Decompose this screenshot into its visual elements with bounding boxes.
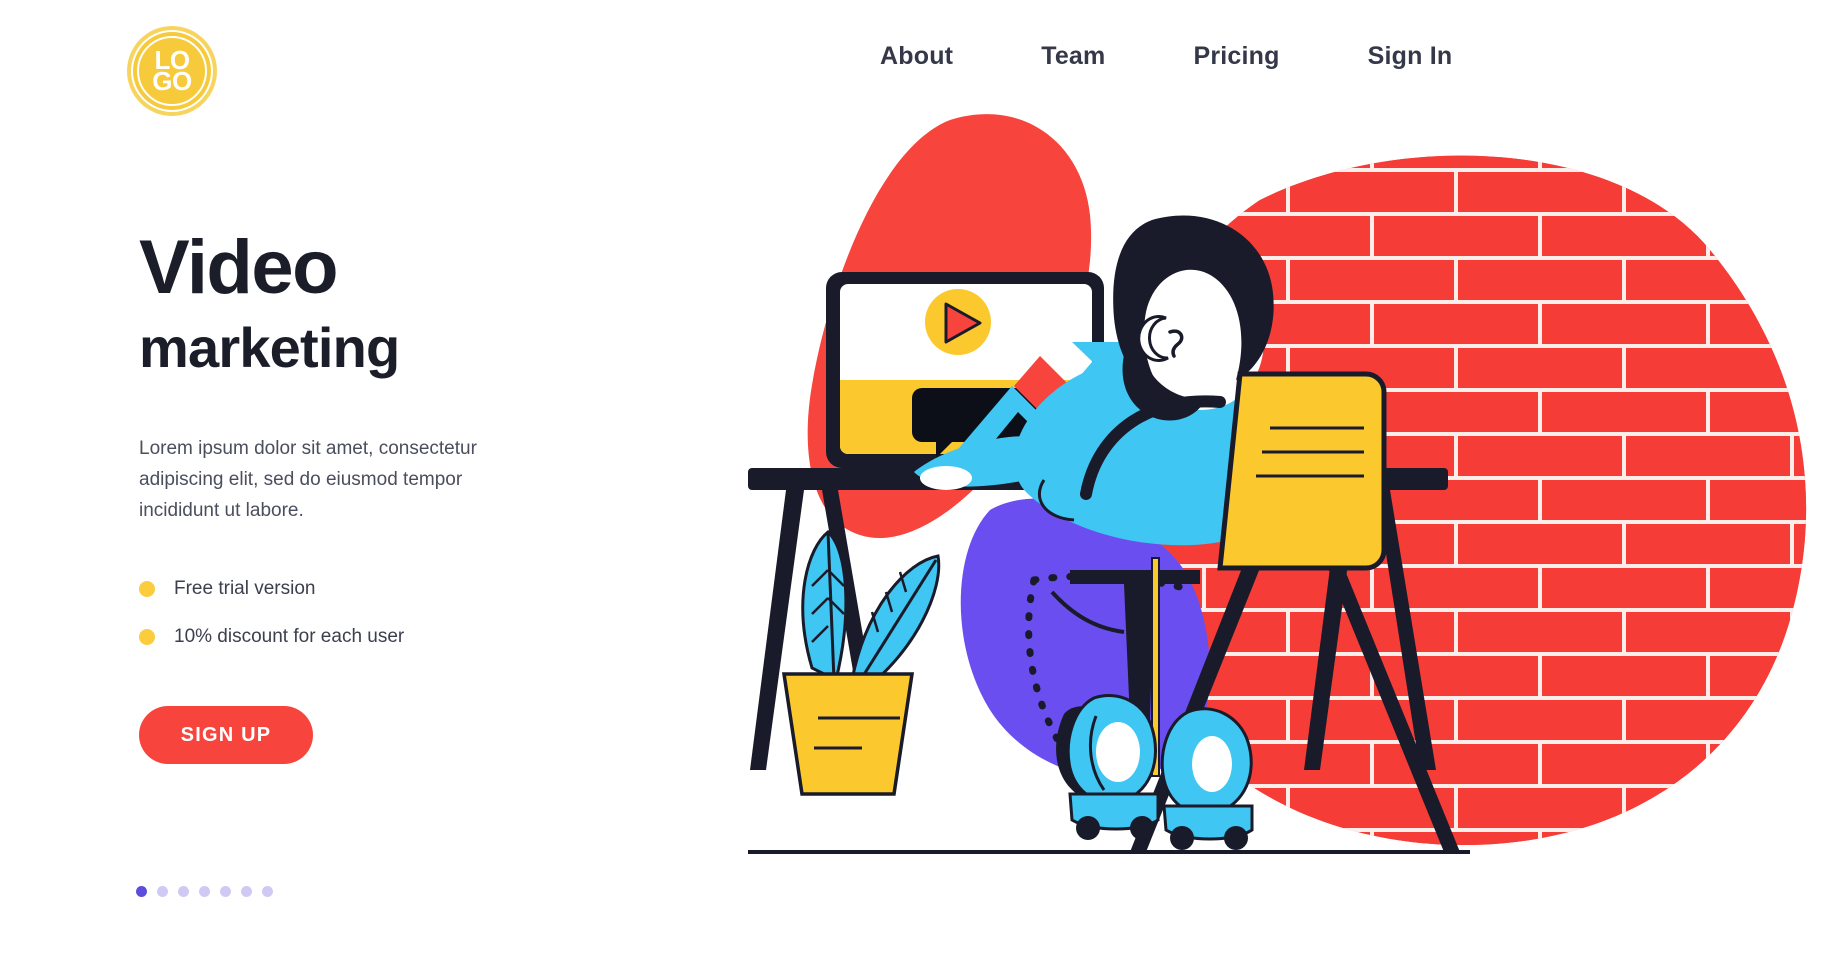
feature-list: Free trial version 10% discount for each… — [139, 578, 609, 648]
carousel-dots — [136, 886, 273, 897]
carousel-dot-4[interactable] — [199, 886, 210, 897]
hero-paragraph: Lorem ipsum dolor sit amet, consectetur … — [139, 438, 477, 521]
main-nav: About Team Pricing Sign In — [880, 42, 1452, 71]
hero-content: Video marketing Lorem ipsum dolor sit am… — [139, 225, 609, 765]
play-button-icon — [925, 289, 991, 355]
logo-inner-ring: LO GO — [137, 36, 207, 106]
dot-icon — [139, 629, 155, 646]
carousel-dot-5[interactable] — [220, 886, 231, 897]
carousel-dot-2[interactable] — [157, 886, 168, 897]
page-title-line1: Video — [139, 225, 339, 310]
page-title-line2: marketing — [139, 316, 400, 379]
nav-item-sign-in[interactable]: Sign In — [1368, 42, 1453, 71]
landing-page: LO GO About Team Pricing Sign In Video m… — [0, 0, 1837, 980]
list-item: 10% discount for each user — [139, 626, 609, 648]
feature-label: 10% discount for each user — [174, 626, 405, 648]
nav-item-pricing[interactable]: Pricing — [1193, 42, 1279, 71]
carousel-dot-7[interactable] — [262, 886, 273, 897]
carousel-dot-1[interactable] — [136, 886, 147, 897]
feature-label: Free trial version — [174, 578, 316, 600]
carousel-dot-3[interactable] — [178, 886, 189, 897]
logo-circle-icon[interactable]: LO GO — [131, 30, 213, 112]
list-item: Free trial version — [139, 578, 609, 600]
potted-plant — [781, 530, 941, 796]
nav-item-about[interactable]: About — [880, 42, 953, 71]
dot-icon — [139, 581, 155, 598]
video-marketing-illustration — [700, 80, 1837, 980]
logo-text-line2: GO — [152, 66, 192, 96]
nav-item-team[interactable]: Team — [1041, 42, 1105, 71]
sign-up-button[interactable]: SIGN UP — [139, 706, 313, 765]
carousel-dot-6[interactable] — [241, 886, 252, 897]
